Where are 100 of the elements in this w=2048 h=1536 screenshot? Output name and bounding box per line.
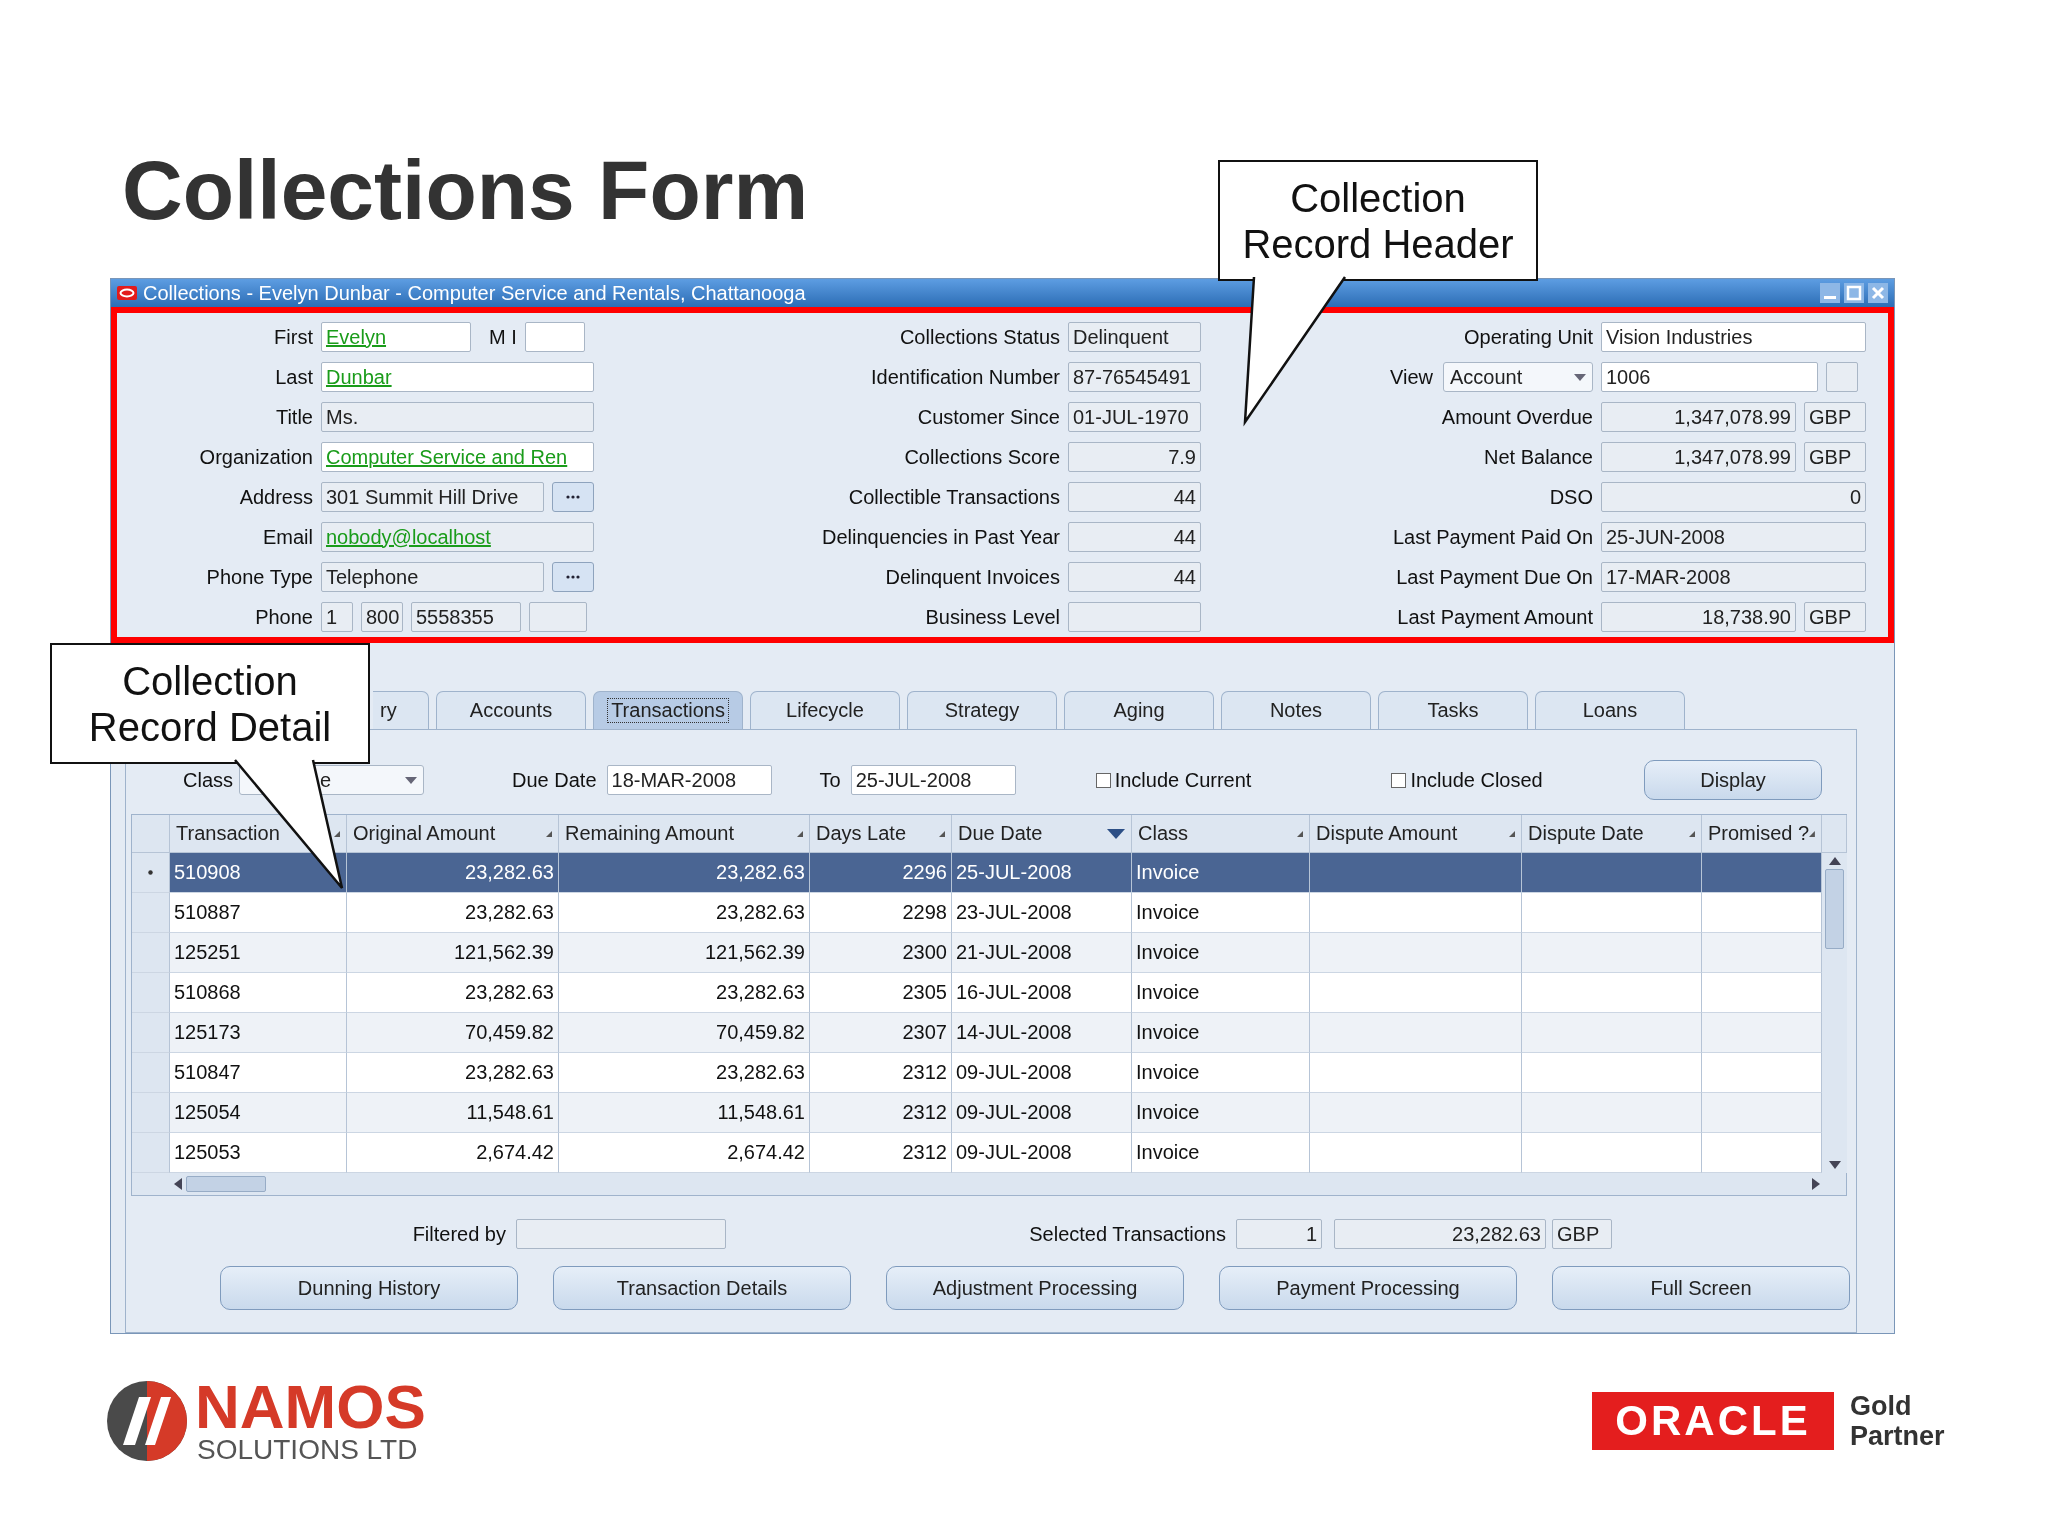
count-field[interactable]: 1: [1236, 1219, 1322, 1249]
scroll-down-icon: [1828, 1161, 1841, 1169]
date-field[interactable]: 18-MAR-2008: [606, 765, 772, 795]
action-button[interactable]: Transaction Details: [553, 1266, 851, 1310]
amount-field[interactable]: 23,282.63: [1334, 1219, 1546, 1249]
text-field[interactable]: 301 Summit Hill Drive: [321, 482, 544, 512]
column-header[interactable]: Promised ?: [1702, 815, 1822, 853]
row-header[interactable]: [132, 1133, 170, 1173]
checkbox[interactable]: [1095, 772, 1111, 788]
column-header[interactable]: Dispute Date: [1522, 815, 1702, 853]
field-label: Last Payment Amount: [1397, 605, 1593, 629]
text-field[interactable]: 1,347,078.99: [1601, 442, 1796, 472]
text-field[interactable]: 0: [1601, 482, 1866, 512]
table-row[interactable]: 510908 23,282.63 23,282.63 2296 25-JUL-2008 Invoice: [132, 853, 1822, 893]
tab[interactable]: Tasks: [1378, 691, 1528, 729]
text-field[interactable]: 5558355: [411, 602, 521, 632]
text-field[interactable]: [1826, 362, 1858, 392]
tab[interactable]: Transactions: [593, 691, 743, 729]
maximize-icon[interactable]: [1844, 283, 1864, 303]
table-row[interactable]: 125054 11,548.61 11,548.61 2312 09-JUL-2008 Invoice: [132, 1093, 1822, 1133]
row-header[interactable]: [132, 973, 170, 1013]
scrollbar-thumb[interactable]: [1825, 869, 1844, 949]
text-field[interactable]: 17-MAR-2008: [1601, 562, 1866, 592]
lookup-button[interactable]: [552, 562, 594, 592]
field-label: Customer Since: [917, 405, 1060, 429]
lookup-button[interactable]: [552, 482, 594, 512]
tab[interactable]: Loans: [1535, 691, 1685, 729]
minimize-icon[interactable]: [1820, 283, 1840, 303]
column-header[interactable]: Class: [1132, 815, 1310, 853]
vertical-scrollbar[interactable]: [1822, 853, 1847, 1173]
field-label: Operating Unit: [1464, 325, 1593, 349]
field-label: Due Date: [512, 768, 597, 792]
column-header[interactable]: Dispute Amount: [1310, 815, 1522, 853]
column-header[interactable]: Days Late: [810, 815, 952, 853]
row-header[interactable]: [132, 1053, 170, 1093]
field-label: DSO: [1549, 485, 1593, 509]
date-field[interactable]: 25-JUL-2008: [850, 765, 1016, 795]
text-field[interactable]: 800: [361, 602, 403, 632]
logo-icon: [105, 1379, 189, 1463]
table-row[interactable]: 125053 2,674.42 2,674.42 2312 09-JUL-2008 Invoice: [132, 1133, 1822, 1173]
text-field[interactable]: GBP: [1804, 602, 1866, 632]
text-field[interactable]: GBP: [1804, 442, 1866, 472]
row-header[interactable]: [132, 1093, 170, 1133]
text-field[interactable]: 44: [1068, 562, 1201, 592]
text-field[interactable]: Ms.: [321, 402, 594, 432]
table-row[interactable]: 510868 23,282.63 23,282.63 2305 16-JUL-2008 Invoice: [132, 973, 1822, 1013]
text-field[interactable]: Computer Service and Ren: [321, 442, 594, 472]
text-field[interactable]: 87-76545491: [1068, 362, 1201, 392]
column-header[interactable]: Due Date: [952, 815, 1132, 853]
text-field[interactable]: 01-JUL-1970: [1068, 402, 1201, 432]
tab[interactable]: ry: [373, 691, 429, 729]
text-field[interactable]: GBP: [1804, 402, 1866, 432]
dropdown[interactable]: Account: [1443, 362, 1593, 392]
text-field[interactable]: Vision Industries: [1601, 322, 1866, 352]
field-label: Filtered by: [412, 1222, 506, 1246]
field-label: Amount Overdue: [1441, 405, 1593, 429]
tab[interactable]: Strategy: [907, 691, 1057, 729]
text-field[interactable]: 7.9: [1068, 442, 1201, 472]
text-field[interactable]: Dunbar: [321, 362, 594, 392]
action-button[interactable]: Payment Processing: [1219, 1266, 1517, 1310]
table-row[interactable]: 510847 23,282.63 23,282.63 2312 09-JUL-2008 Invoice: [132, 1053, 1822, 1093]
text-field[interactable]: 1006: [1601, 362, 1818, 392]
field-label: Last Payment Paid On: [1392, 525, 1593, 549]
currency-field[interactable]: GBP: [1552, 1219, 1612, 1249]
table-row[interactable]: 125173 70,459.82 70,459.82 2307 14-JUL-2008 Invoice: [132, 1013, 1822, 1053]
action-button[interactable]: Adjustment Processing: [886, 1266, 1184, 1310]
checkbox[interactable]: [1391, 772, 1407, 788]
display-button[interactable]: Display: [1644, 760, 1822, 800]
checkbox-label: Include Closed: [1410, 768, 1543, 792]
field-label: Delinquent Invoices: [885, 565, 1060, 589]
row-header[interactable]: [132, 1013, 170, 1053]
text-field[interactable]: 44: [1068, 522, 1201, 552]
horizontal-scrollbar[interactable]: [132, 1173, 1846, 1195]
text-field[interactable]: 1,347,078.99: [1601, 402, 1796, 432]
text-field[interactable]: Telephone: [321, 562, 544, 592]
row-header[interactable]: [132, 893, 170, 933]
text-field[interactable]: 18,738.90: [1601, 602, 1796, 632]
text-field[interactable]: [524, 322, 585, 352]
tab[interactable]: Lifecycle: [750, 691, 900, 729]
action-button[interactable]: Full Screen: [1552, 1266, 1850, 1310]
row-header[interactable]: [132, 853, 170, 893]
text-field[interactable]: 25-JUN-2008: [1601, 522, 1866, 552]
text-field[interactable]: 1: [321, 602, 353, 632]
close-icon[interactable]: [1868, 283, 1888, 303]
scrollbar-thumb[interactable]: [186, 1176, 266, 1192]
column-header[interactable]: Remaining Amount: [559, 815, 810, 853]
tab[interactable]: Accounts: [436, 691, 586, 729]
tab[interactable]: Aging: [1064, 691, 1214, 729]
text-field[interactable]: Delinquent: [1068, 322, 1201, 352]
text-field[interactable]: [529, 602, 587, 632]
table-row[interactable]: 125251 121,562.39 121,562.39 2300 21-JUL-2008 Invoice: [132, 933, 1822, 973]
text-field[interactable]: [1068, 602, 1201, 632]
row-header[interactable]: [132, 933, 170, 973]
text-field[interactable]: [516, 1219, 726, 1249]
action-button[interactable]: Dunning History: [220, 1266, 518, 1310]
tab[interactable]: Notes: [1221, 691, 1371, 729]
text-field[interactable]: Evelyn: [321, 322, 471, 352]
text-field[interactable]: 44: [1068, 482, 1201, 512]
table-row[interactable]: 510887 23,282.63 23,282.63 2298 23-JUL-2008 Invoice: [132, 893, 1822, 933]
column-header[interactable]: Original Amount: [347, 815, 559, 853]
